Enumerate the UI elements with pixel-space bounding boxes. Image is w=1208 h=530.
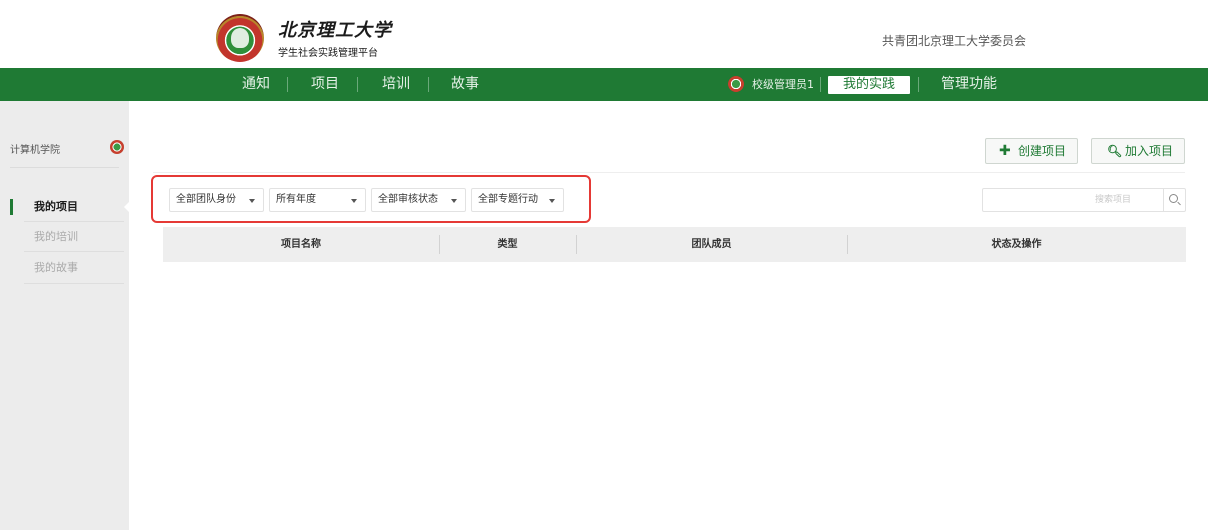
university-name: 北京理工大学 [278, 20, 392, 41]
nav-separator [287, 77, 288, 92]
sidebar-divider [24, 221, 124, 222]
admin-name[interactable]: 校级管理员1 [752, 68, 814, 101]
nav-item-training[interactable]: 培训 [382, 68, 410, 101]
nav-item-my-practice[interactable]: 我的实践 [828, 76, 910, 94]
plus-icon: ✚ [999, 143, 1011, 159]
sidebar-item-my-stories[interactable]: 我的故事 [0, 256, 124, 280]
sidebar-divider [10, 167, 119, 168]
nav-item-stories[interactable]: 故事 [451, 68, 479, 101]
join-project-button[interactable]: 🔍︎ 加入项目 [1091, 138, 1185, 164]
filter-highlight-box [151, 175, 591, 223]
column-team-members[interactable]: 团队成员 [576, 227, 847, 262]
organization-name: 共青团北京理工大学委员会 [882, 34, 1027, 48]
logo-leaf-icon [231, 28, 249, 48]
search-separator [1163, 189, 1164, 211]
sidebar-item-my-training[interactable]: 我的培训 [0, 225, 124, 249]
college-name: 计算机学院 [10, 145, 60, 156]
sidebar-divider [24, 251, 124, 252]
university-logo[interactable] [216, 14, 264, 62]
college-logo-icon [110, 140, 124, 154]
search-icon[interactable] [1169, 194, 1178, 203]
sidebar-item-my-projects[interactable]: 我的项目 [0, 195, 129, 219]
nav-separator [820, 77, 821, 92]
admin-avatar-icon[interactable] [728, 76, 744, 92]
main-navbar: 通知 项目 培训 故事 校级管理员1 我的实践 管理功能 [0, 68, 1208, 101]
nav-item-notice[interactable]: 通知 [242, 68, 270, 101]
nav-item-projects[interactable]: 项目 [311, 68, 339, 101]
sidebar: 计算机学院 我的项目 我的培训 我的故事 [0, 101, 129, 530]
column-project-name[interactable]: 项目名称 [163, 227, 439, 262]
nav-separator [428, 77, 429, 92]
create-project-button[interactable]: ✚ 创建项目 [985, 138, 1078, 164]
content-divider [153, 172, 1185, 173]
search-input[interactable] [983, 189, 1163, 211]
search-box [982, 188, 1186, 212]
create-project-label: 创建项目 [1018, 144, 1067, 158]
nav-item-management[interactable]: 管理功能 [941, 68, 997, 101]
platform-name: 学生社会实践管理平台 [278, 48, 378, 59]
column-status-actions[interactable]: 状态及操作 [847, 227, 1186, 262]
join-project-label: 加入项目 [1125, 144, 1174, 158]
search-icon: 🔍︎ [1107, 144, 1123, 158]
table-header: 项目名称 类型 团队成员 状态及操作 [163, 227, 1186, 262]
column-type[interactable]: 类型 [439, 227, 576, 262]
nav-separator [918, 77, 919, 92]
nav-separator [357, 77, 358, 92]
site-header: 北京理工大学 学生社会实践管理平台 共青团北京理工大学委员会 [0, 0, 1208, 68]
sidebar-divider [24, 283, 124, 284]
